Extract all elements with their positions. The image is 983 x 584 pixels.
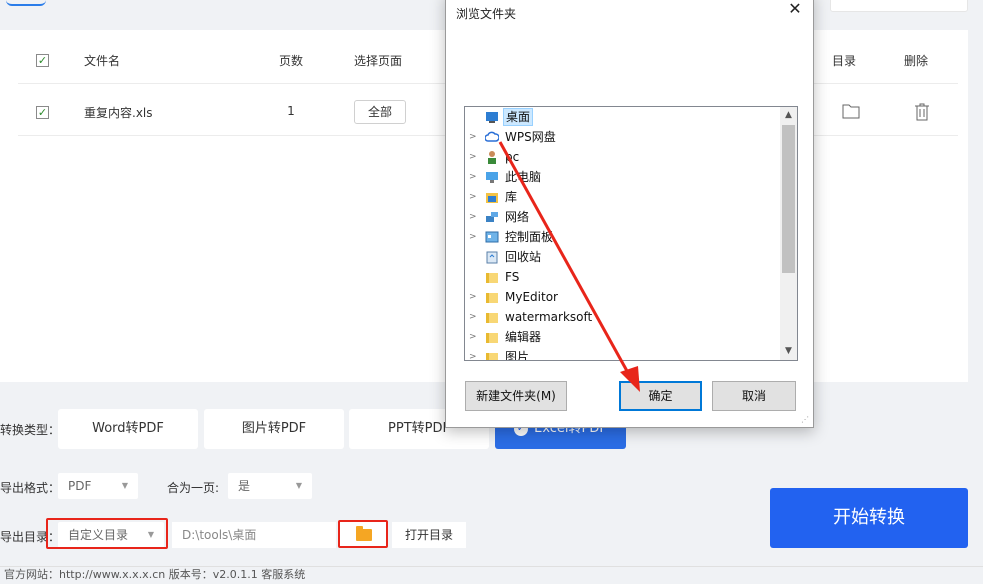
folder-icon (486, 313, 498, 323)
chevron-right-icon[interactable]: > (469, 287, 479, 307)
tree-item-this-pc[interactable]: > 此电脑 (465, 167, 781, 187)
tree-item-library[interactable]: > 库 (465, 187, 781, 207)
folder-icon (486, 353, 498, 360)
header-directory: 目录 (832, 54, 857, 68)
folder-icon (486, 293, 498, 303)
browse-folder-button[interactable] (338, 520, 388, 548)
tree-item-watermarksoft[interactable]: > watermarksoft (465, 307, 781, 327)
ok-button[interactable]: 确定 (619, 381, 702, 411)
start-convert-button[interactable]: 开始转换 (770, 488, 968, 548)
chevron-down-icon[interactable]: ▼ (780, 343, 797, 360)
convert-type-label: 转换类型： (0, 423, 61, 437)
logo-fragment (6, 0, 46, 6)
word-to-pdf-button[interactable]: Word转PDF (58, 409, 198, 449)
tree-item-label: 网络 (505, 210, 530, 224)
tree-item-label: 桌面 (503, 108, 534, 126)
browse-folder-dialog: 浏览文件夹 ✕ 桌面 > WPS网盘 > pc > 此电脑 > 库 > 网络 >… (445, 0, 814, 428)
export-format-label: 导出格式： (0, 481, 61, 495)
chevron-right-icon[interactable]: > (469, 327, 479, 347)
computer-icon (486, 172, 498, 183)
select-all-checkbox[interactable]: ✓ (36, 54, 49, 67)
control-panel-icon (485, 231, 499, 243)
tree-item-editor[interactable]: > 编辑器 (465, 327, 781, 347)
tree-item-label: 库 (505, 190, 518, 204)
scroll-thumb[interactable] (782, 125, 795, 273)
user-icon (488, 151, 496, 164)
tree-item-label: 图片 (505, 350, 530, 361)
chevron-right-icon[interactable]: > (469, 127, 479, 147)
tree-item-network[interactable]: > 网络 (465, 207, 781, 227)
chevron-right-icon[interactable]: > (469, 347, 479, 360)
tree-item-myeditor[interactable]: > MyEditor (465, 287, 781, 307)
select-all-pages-button[interactable]: 全部 (354, 100, 406, 124)
close-icon[interactable]: ✕ (785, 0, 805, 19)
tree-item-label: 回收站 (505, 250, 542, 264)
tree-item-label: WPS网盘 (505, 130, 556, 144)
tree-item-fs[interactable]: FS (465, 267, 781, 287)
tree-item-desktop[interactable]: 桌面 (465, 107, 781, 127)
tree-item-control-panel[interactable]: > 控制面板 (465, 227, 781, 247)
header-delete: 删除 (904, 54, 929, 68)
desktop-icon (486, 112, 498, 123)
cloud-icon (485, 131, 499, 142)
export-format-value: PDF (68, 479, 92, 493)
tree-item-label: 编辑器 (505, 330, 542, 344)
library-icon (486, 193, 498, 203)
trash-icon[interactable] (914, 103, 930, 121)
tree-item-label: 此电脑 (505, 170, 542, 184)
recycle-bin-icon (486, 251, 498, 264)
image-to-pdf-button[interactable]: 图片转PDF (204, 409, 344, 449)
export-path-field[interactable]: D:\tools\桌面 (172, 522, 336, 548)
open-directory-button[interactable]: 打开目录 (392, 522, 466, 548)
tree-item-pictures[interactable]: > 图片 (465, 347, 781, 361)
chevron-right-icon[interactable]: > (469, 167, 479, 187)
folder-icon (356, 526, 372, 541)
row-pages: 1 (287, 104, 295, 118)
caret-down-icon: ▼ (121, 481, 128, 490)
merge-select[interactable]: 是 ▼ (228, 473, 312, 499)
top-right-box[interactable] (830, 0, 968, 12)
chevron-right-icon[interactable]: > (469, 307, 479, 327)
cancel-button[interactable]: 取消 (712, 381, 796, 411)
tree-item-label: 控制面板 (505, 230, 554, 244)
row-checkbox[interactable]: ✓ (36, 106, 49, 119)
header-select-pages: 选择页面 (354, 54, 403, 68)
footer-info: 官方网站：http://www.x.x.x.cn 版本号：v2.0.1.1 客服… (0, 566, 983, 584)
tree-item-label: FS (505, 270, 520, 284)
merge-value: 是 (238, 479, 251, 493)
tree-item-label: watermarksoft (505, 310, 593, 324)
header-filename: 文件名 (84, 54, 121, 68)
tree-item-pc[interactable]: > pc (465, 147, 781, 167)
folder-icon (486, 333, 498, 343)
annotation-highlight (46, 518, 168, 549)
resize-grip-icon[interactable]: ⋰ (801, 415, 811, 425)
tree-scrollbar[interactable]: ▲ ▼ (780, 107, 797, 360)
merge-label: 合为一页: (167, 481, 220, 495)
export-format-select[interactable]: PDF ▼ (58, 473, 138, 499)
folder-icon (486, 273, 498, 283)
folder-tree[interactable]: 桌面 > WPS网盘 > pc > 此电脑 > 库 > 网络 > 控制面板 回收… (464, 106, 798, 361)
folder-icon[interactable] (842, 103, 860, 119)
chevron-right-icon[interactable]: > (469, 187, 479, 207)
tree-item-label: pc (505, 150, 520, 164)
new-folder-button[interactable]: 新建文件夹(M) (465, 381, 567, 411)
dialog-title: 浏览文件夹 (456, 7, 517, 21)
caret-down-icon: ▼ (295, 481, 302, 490)
network-icon (486, 212, 498, 222)
chevron-right-icon[interactable]: > (469, 207, 479, 227)
tree-item-wps-cloud[interactable]: > WPS网盘 (465, 127, 781, 147)
row-filename: 重复内容.xls (84, 106, 153, 120)
tree-item-recycle-bin[interactable]: 回收站 (465, 247, 781, 267)
header-pages: 页数 (278, 54, 303, 68)
chevron-right-icon[interactable]: > (469, 147, 479, 167)
chevron-right-icon[interactable]: > (469, 227, 479, 247)
tree-item-label: MyEditor (505, 290, 558, 304)
chevron-up-icon[interactable]: ▲ (780, 107, 797, 124)
